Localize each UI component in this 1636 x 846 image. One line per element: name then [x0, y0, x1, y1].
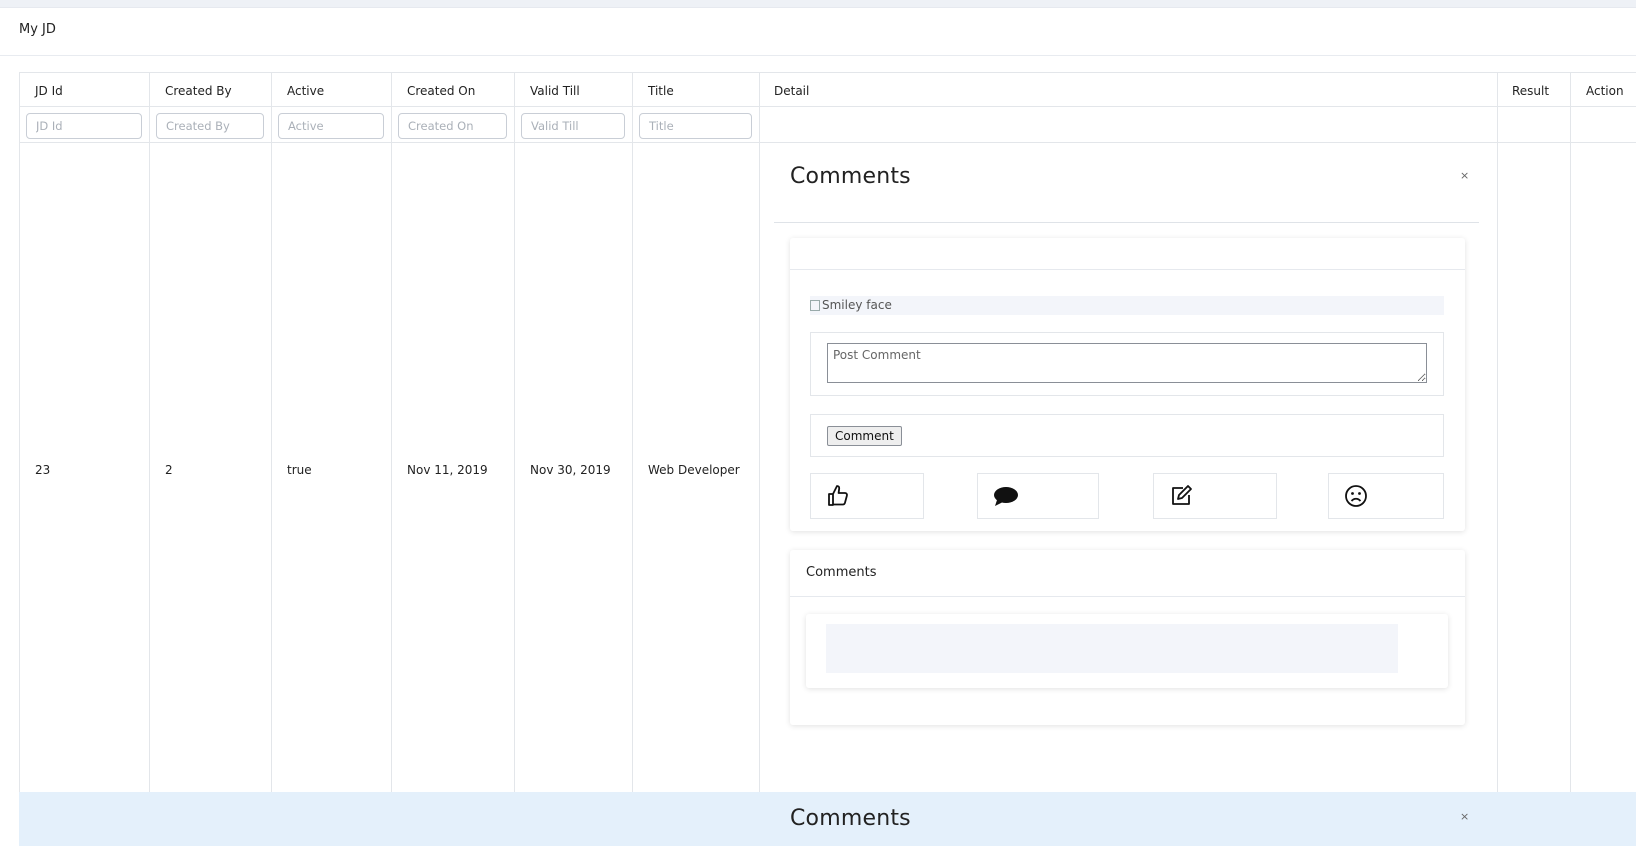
filter-active-input[interactable] [278, 113, 384, 139]
comment-icon [994, 487, 1018, 506]
column-header-title[interactable]: Title [648, 84, 674, 98]
card-divider [790, 269, 1465, 270]
post-comment-textarea[interactable] [827, 343, 1427, 383]
cell-jd-id: 23 [35, 463, 51, 477]
table-border [1497, 72, 1498, 846]
cell-title: Web Developer [648, 463, 740, 477]
table-border [19, 142, 1636, 143]
thumbs-up-icon [828, 485, 848, 506]
reaction-bar [810, 473, 1444, 519]
filter-title-input[interactable] [639, 113, 752, 139]
filter-created-on-input[interactable] [398, 113, 507, 139]
table-border [759, 72, 760, 846]
column-header-action[interactable]: Action [1586, 84, 1624, 98]
post-comment-card: Smiley face Comment [790, 238, 1465, 531]
column-header-created-by[interactable]: Created By [165, 84, 232, 98]
frown-icon [1345, 485, 1367, 507]
like-button[interactable] [810, 473, 924, 519]
filter-valid-till-input[interactable] [521, 113, 625, 139]
column-header-jd-id[interactable]: JD Id [35, 84, 63, 98]
edit-icon [1172, 485, 1192, 505]
column-header-valid-till[interactable]: Valid Till [530, 84, 580, 98]
image-alt-text: Smiley face [822, 298, 892, 312]
comment-item [806, 614, 1448, 688]
table-border [391, 72, 392, 846]
cell-active: true [287, 463, 312, 477]
comments-heading: Comments [790, 806, 911, 831]
comments-heading: Comments [790, 164, 911, 189]
column-header-active[interactable]: Active [287, 84, 324, 98]
dislike-button[interactable] [1328, 473, 1444, 519]
column-header-created-on[interactable]: Created On [407, 84, 475, 98]
table-border [19, 106, 1636, 107]
filter-created-by-input[interactable] [156, 113, 264, 139]
comment-button[interactable]: Comment [827, 426, 902, 446]
comment-input-box [810, 332, 1444, 396]
comment-button-box: Comment [810, 414, 1444, 457]
close-icon[interactable]: × [1460, 169, 1469, 182]
cell-created-by: 2 [165, 463, 173, 477]
title-divider [0, 55, 1636, 56]
comments-list-card: Comments [790, 550, 1465, 725]
column-header-detail[interactable]: Detail [774, 84, 809, 98]
my-jd-panel: My JD JD Id Created By Active Created On… [0, 7, 1636, 846]
table-border [514, 72, 515, 846]
cell-valid-till: Nov 30, 2019 [530, 463, 611, 477]
column-header-result[interactable]: Result [1512, 84, 1549, 98]
comment-reaction-button[interactable] [977, 473, 1099, 519]
card-divider [790, 596, 1465, 597]
table-border [149, 72, 150, 846]
comment-placeholder [826, 624, 1398, 673]
close-icon[interactable]: × [1460, 810, 1469, 823]
smiley-face-image: Smiley face [810, 296, 1444, 315]
broken-image-icon [810, 300, 820, 311]
comments-section-title: Comments [806, 565, 877, 580]
table-border [19, 72, 1636, 73]
page-title: My JD [19, 22, 56, 37]
table-border [632, 72, 633, 846]
cell-created-on: Nov 11, 2019 [407, 463, 488, 477]
comments-divider [774, 222, 1479, 223]
table-border [271, 72, 272, 846]
table-border [1570, 72, 1571, 846]
jd-table: JD Id Created By Active Created On Valid… [19, 72, 1636, 846]
table-border [19, 72, 20, 846]
edit-button[interactable] [1153, 473, 1277, 519]
filter-jd-id-input[interactable] [26, 113, 142, 139]
